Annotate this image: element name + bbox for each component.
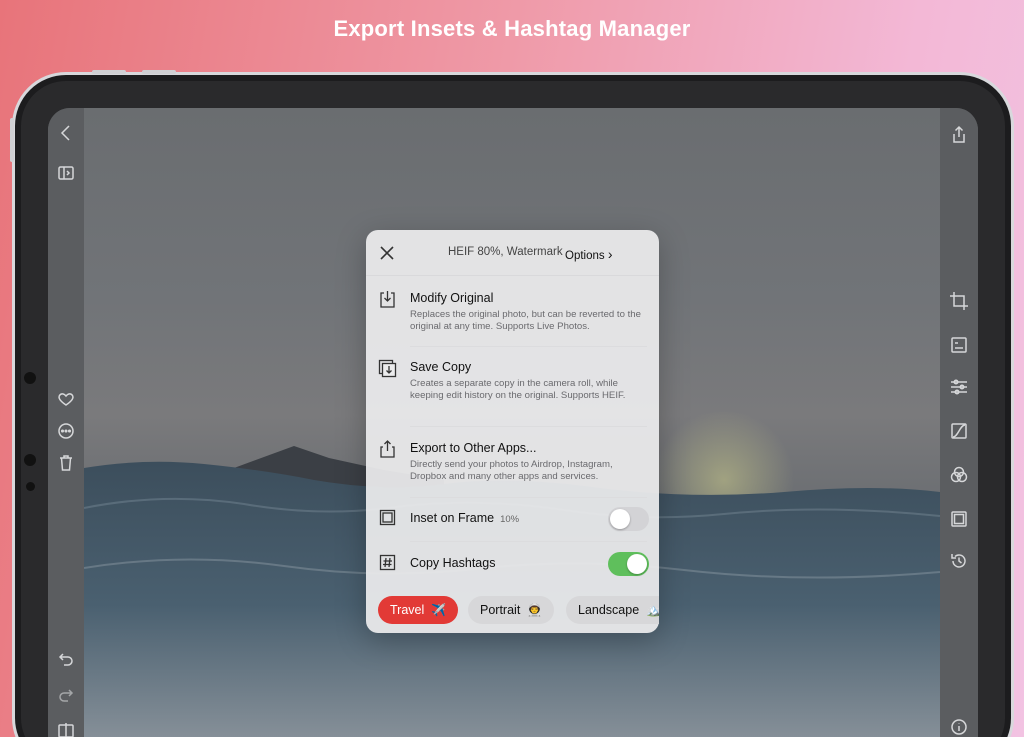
crop-icon[interactable] xyxy=(948,290,970,312)
camera-sensor xyxy=(26,482,35,491)
sidebar-toggle-icon[interactable] xyxy=(55,162,77,184)
toggle-label: Copy Hashtags xyxy=(410,556,496,570)
frame-icon xyxy=(379,509,396,526)
person-emoji: 👨‍🚀 xyxy=(527,603,543,617)
inset-percentage: 10% xyxy=(500,514,520,525)
option-title: Export to Other Apps... xyxy=(410,441,537,455)
undo-icon[interactable] xyxy=(55,648,77,670)
history-icon[interactable] xyxy=(948,550,970,572)
marketing-headline: Export Insets & Hashtag Manager xyxy=(333,16,691,41)
export-sheet-header: HEIF 80%, Watermark Options › xyxy=(366,230,659,276)
hashtag-chip-portrait[interactable]: Portrait 👨‍🚀 xyxy=(468,596,555,624)
save-copy-icon xyxy=(378,359,397,378)
hashtag-chip-travel[interactable]: Travel ✈️ xyxy=(378,596,459,624)
divider xyxy=(410,541,647,542)
frame-tool-icon[interactable] xyxy=(948,508,970,530)
camera-sensor xyxy=(24,372,36,384)
export-sheet: HEIF 80%, Watermark Options › Modify Ori… xyxy=(366,230,659,633)
format-summary: HEIF 80%, Watermark xyxy=(448,246,563,258)
redo-icon[interactable] xyxy=(55,684,77,706)
share-icon xyxy=(378,440,397,459)
hashtag-chips: Travel ✈️ Portrait 👨‍🚀 Landscape 🏔️ xyxy=(366,596,659,624)
toggle-label: Inset on Frame 10% xyxy=(410,511,519,525)
save-copy-option[interactable]: Save Copy Creates a separate copy in the… xyxy=(366,359,659,419)
toggle-knob xyxy=(610,509,630,529)
export-other-apps-option[interactable]: Export to Other Apps... Directly send yo… xyxy=(366,440,659,490)
volume-button xyxy=(142,70,176,74)
chip-label: Landscape xyxy=(578,603,640,617)
more-icon[interactable] xyxy=(55,420,77,442)
inset-on-frame-label: Inset on Frame xyxy=(410,511,495,525)
curves-icon[interactable] xyxy=(948,420,970,442)
trash-icon[interactable] xyxy=(55,452,77,474)
copy-hashtags-toggle[interactable] xyxy=(608,552,649,576)
option-description: Directly send your photos to Airdrop, In… xyxy=(410,459,613,482)
heart-icon[interactable] xyxy=(55,388,77,410)
copy-hashtags-row: Copy Hashtags xyxy=(366,552,659,576)
sliders-icon[interactable] xyxy=(948,376,970,398)
power-button xyxy=(10,118,14,162)
divider xyxy=(410,426,647,427)
options-button[interactable]: Options › xyxy=(565,246,613,262)
close-icon[interactable] xyxy=(378,244,396,262)
info-icon[interactable] xyxy=(948,716,970,737)
hashtag-chip-landscape[interactable]: Landscape 🏔️ xyxy=(566,596,659,624)
option-title: Save Copy xyxy=(410,360,472,374)
left-toolbar xyxy=(48,108,84,737)
toggle-knob xyxy=(627,554,647,574)
modify-original-option[interactable]: Modify Original Replaces the original ph… xyxy=(366,290,659,340)
volume-button xyxy=(92,70,126,74)
option-title: Modify Original xyxy=(410,291,494,305)
import-icon xyxy=(378,290,397,309)
camera-sensor xyxy=(24,454,36,466)
airplane-emoji: ✈️ xyxy=(431,603,447,617)
inset-on-frame-toggle[interactable] xyxy=(608,507,649,531)
adjust-image-icon[interactable] xyxy=(948,334,970,356)
color-mix-icon[interactable] xyxy=(948,464,970,486)
chip-label: Travel xyxy=(390,603,425,617)
divider xyxy=(410,497,647,498)
divider xyxy=(410,346,647,347)
back-icon[interactable] xyxy=(55,122,77,144)
mountain-emoji: 🏔️ xyxy=(646,603,659,617)
hashtag-icon xyxy=(379,554,396,571)
inset-on-frame-row: Inset on Frame 10% xyxy=(366,507,659,531)
chevron-right-icon: › xyxy=(607,246,613,262)
right-toolbar xyxy=(940,108,978,737)
share-icon[interactable] xyxy=(948,124,970,146)
chip-label: Portrait xyxy=(480,603,521,617)
option-description: Replaces the original photo, but can be … xyxy=(410,309,641,332)
compare-icon[interactable] xyxy=(55,720,77,737)
options-label: Options xyxy=(565,250,605,262)
option-description: Creates a separate copy in the camera ro… xyxy=(410,378,626,401)
